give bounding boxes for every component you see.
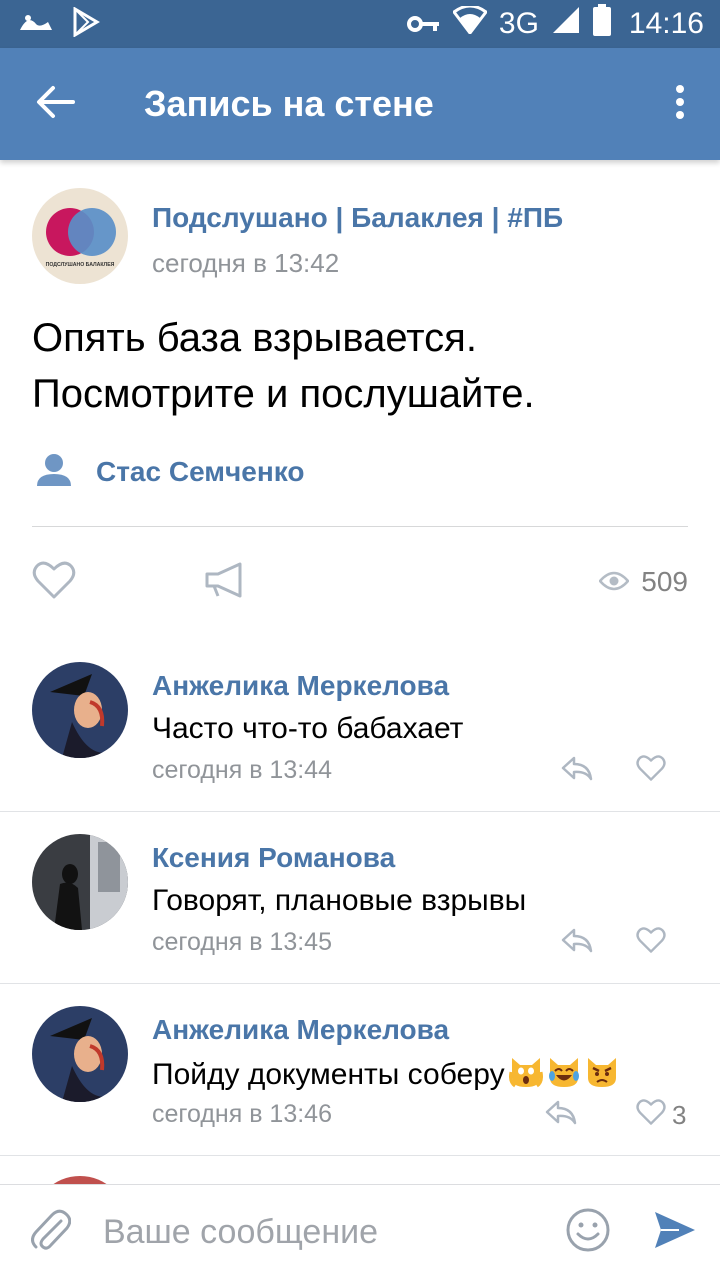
share-button[interactable]: [204, 562, 244, 603]
commenter-avatar[interactable]: [32, 1006, 128, 1102]
play-store-icon: [72, 5, 100, 42]
post-header: ПОДСЛУШАНО БАЛАКЛЕЯ Подслушано | Балакле…: [32, 188, 692, 288]
post-text-line: Посмотрите и послушайте.: [32, 372, 535, 416]
reply-button[interactable]: [544, 1098, 578, 1131]
group-name-link[interactable]: Подслушано | Балаклея | #ПБ: [152, 202, 563, 234]
eye-icon: [598, 566, 630, 598]
app-bar: Запись на стене: [0, 48, 720, 160]
clock: 14:16: [628, 7, 704, 40]
back-arrow-icon: [35, 85, 75, 124]
emoji-button[interactable]: [546, 1185, 630, 1281]
comment-text: Говорят, плановые взрывы: [152, 884, 527, 917]
comment-text: Пойду документы соберу: [152, 1057, 505, 1091]
notification-app-icon: [18, 10, 54, 39]
battery-icon: [592, 4, 611, 44]
heart-icon: [32, 561, 76, 604]
scream-cat-emoji: [508, 1056, 543, 1096]
views-count: 509: [641, 566, 688, 597]
reply-button[interactable]: [560, 926, 594, 959]
page-title: Запись на стене: [144, 83, 434, 124]
message-input[interactable]: [102, 1213, 546, 1252]
comment-text: Часто что-то бабахает: [152, 712, 464, 745]
wifi-icon: [451, 4, 489, 42]
commenter-avatar[interactable]: [32, 834, 128, 930]
reply-button[interactable]: [560, 754, 594, 787]
commenter-name[interactable]: Анжелика Меркелова: [152, 1014, 449, 1046]
back-button[interactable]: [0, 48, 110, 160]
group-avatar[interactable]: ПОДСЛУШАНО БАЛАКЛЕЯ: [32, 188, 128, 284]
reply-icon: [544, 1100, 578, 1130]
heart-icon: [636, 926, 666, 961]
message-composer: [0, 1184, 720, 1280]
user-icon: [36, 453, 72, 492]
commenter-name[interactable]: Ксения Романова: [152, 842, 395, 874]
more-options-button[interactable]: [640, 48, 720, 160]
post-text: Опять база взрывается. Посмотрите и посл…: [32, 310, 692, 422]
status-bar: 3G 14:16: [0, 0, 720, 48]
post-timestamp: сегодня в 13:42: [152, 248, 340, 278]
commenter-avatar[interactable]: [32, 662, 128, 758]
send-button[interactable]: [630, 1185, 720, 1281]
vpn-key-icon: [406, 7, 441, 41]
comment-like-button[interactable]: 3: [636, 1098, 686, 1133]
divider: [32, 526, 688, 527]
comment-text-row: Пойду документы соберу: [152, 1056, 619, 1096]
comment-item: Ксения Романова Говорят, плановые взрывы…: [0, 812, 720, 984]
comment-like-button[interactable]: [636, 926, 666, 961]
comment-like-count: 3: [672, 1100, 687, 1130]
heart-icon: [636, 1098, 666, 1133]
smiley-icon: [565, 1207, 611, 1258]
reply-icon: [560, 928, 594, 958]
like-button[interactable]: [32, 560, 76, 605]
network-type: 3G: [498, 7, 539, 40]
comment-item: Анжелика Меркелова Часто что-то бабахает…: [0, 640, 720, 812]
group-avatar-text: ПОДСЛУШАНО БАЛАКЛЕЯ: [46, 262, 115, 268]
views-counter: 509: [598, 566, 688, 598]
comment-item: Анжелика Меркелова Пойду документы собер…: [0, 984, 720, 1156]
comment-timestamp: сегодня в 13:46: [152, 1100, 332, 1128]
comment-timestamp: сегодня в 13:45: [152, 928, 332, 956]
pouting-cat-emoji: [585, 1056, 619, 1096]
comment-timestamp: сегодня в 13:44: [152, 756, 332, 784]
commenter-name[interactable]: Анжелика Меркелова: [152, 670, 449, 702]
tears-of-joy-cat-emoji: [547, 1056, 581, 1096]
megaphone-icon: [204, 562, 244, 602]
heart-icon: [636, 754, 666, 789]
comment-like-button[interactable]: [636, 754, 666, 789]
post-author[interactable]: Стас Семченко: [36, 452, 304, 492]
send-icon: [653, 1210, 697, 1255]
signal-icon: [551, 5, 581, 43]
post-actions: 509: [32, 560, 688, 610]
attach-button[interactable]: [0, 1185, 103, 1281]
comments-list: Анжелика Меркелова Часто что-то бабахает…: [0, 640, 720, 1272]
paperclip-icon: [31, 1207, 72, 1258]
author-name-link[interactable]: Стас Семченко: [96, 456, 304, 488]
post-text-line: Опять база взрывается.: [32, 316, 477, 360]
more-vertical-icon: [675, 84, 685, 125]
reply-icon: [560, 756, 594, 786]
